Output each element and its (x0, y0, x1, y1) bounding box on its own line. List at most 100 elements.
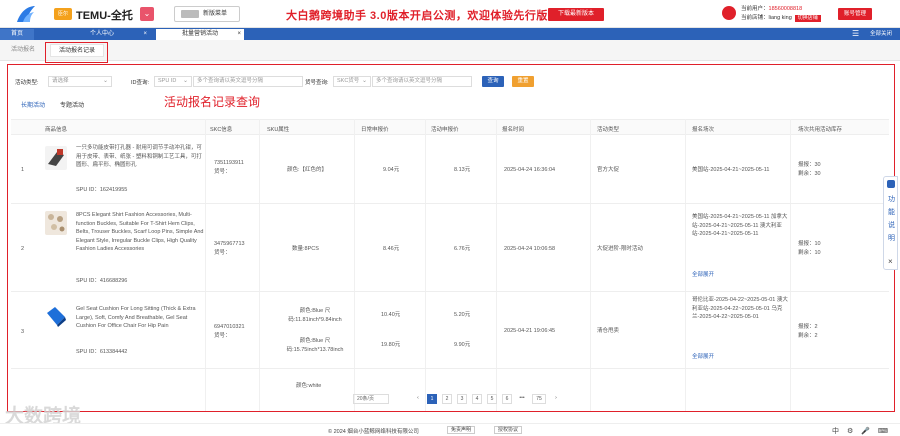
feature-help-panel[interactable]: 功能说明 × (883, 176, 898, 270)
close-icon[interactable]: × (888, 257, 893, 266)
session: 美国站-2025-04-21~2025-05-11 (692, 167, 770, 173)
stock-remaining: 剩余：10 (798, 250, 821, 256)
app-menu-icon[interactable]: ⌄ (140, 7, 154, 21)
prev-page-button[interactable]: ‹ (413, 394, 423, 404)
product-thumbnail[interactable] (45, 211, 67, 235)
spu-id: SPU ID：162419955 (76, 187, 128, 193)
page-button[interactable]: 6 (502, 394, 512, 404)
sku-select-value: SKC货号 (337, 78, 360, 84)
app-name: TEMU-全托 (76, 10, 133, 22)
tab-batch-marketing[interactable]: 批量营销活动 × (156, 29, 244, 40)
product-thumbnail[interactable] (45, 146, 67, 170)
sub-tabs: 活动报名 活动报名记录 (0, 40, 900, 61)
tab-home[interactable]: 首页 (0, 29, 34, 40)
th-daily-price: 日常申报价 (361, 127, 389, 133)
search-button[interactable]: 查询 (482, 76, 504, 87)
session: 哥伦比亚-2025-04-22~2025-05-01 澳大利亚站-2025-04… (692, 297, 788, 320)
session: 美国站-2025-04-21~2025-05-11 加拿大站-2025-04-2… (692, 214, 788, 237)
promo-banner: 大白鹅跨境助手 3.0版本开启公测，欢迎体验先行版！ (286, 10, 560, 22)
type-select[interactable]: 请选择 ⌄ (48, 76, 112, 87)
sku-attr: 颜色:Blue 尺码:15.75inch*13.78inch (286, 338, 344, 353)
chevron-down-icon: ⌄ (182, 78, 188, 84)
next-page-button[interactable]: › (551, 394, 561, 404)
disclaimer-link[interactable]: 免责声明 (447, 426, 476, 434)
id-filter-label: ID查询: (131, 80, 150, 86)
subtab-activity-signup[interactable]: 活动报名 (11, 44, 35, 57)
sku-filter-label: 货号查询: (305, 80, 329, 86)
sku-attr: 颜色:【红色的】 (287, 167, 328, 173)
row-index: 3 (21, 329, 25, 335)
sku-query-input[interactable]: 多个查询请以英文逗号分隔 (372, 76, 472, 87)
skc-goods: 货号： (214, 250, 231, 256)
stock-remaining: 剩余：30 (798, 171, 821, 177)
switch-store-button[interactable]: 切换店铺 (794, 15, 821, 22)
row-index: 2 (21, 246, 25, 252)
skc-id: 6947010321 (214, 324, 245, 330)
chevron-down-icon: ⌄ (102, 78, 108, 84)
tab-special[interactable]: 专题活动 (60, 100, 84, 109)
page-button[interactable]: 5 (487, 394, 497, 404)
type-placeholder: 请选择 (52, 78, 69, 84)
type-filter-label: 活动类型: (15, 80, 39, 86)
expand-all-link[interactable]: 全部展开 (692, 271, 714, 280)
th-stock: 场次共用活动库存 (798, 127, 843, 133)
table-row: 2 8PCS Elegant Shirt Fashion Accessories… (11, 205, 889, 292)
top-header: 臣尔 TEMU-全托 ⌄ 新版菜单 大白鹅跨境助手 3.0版本开启公测，欢迎体验… (0, 0, 900, 28)
product-title: 8PCS Elegant Shirt Fashion Accessories, … (76, 212, 204, 252)
sku-attr: 颜色:white (296, 383, 322, 389)
page-size-select[interactable]: 20条/页 (353, 394, 389, 404)
goose-logo-icon (17, 6, 35, 22)
expand-all-link[interactable]: 全部展开 (692, 353, 714, 362)
tab-personal[interactable]: 个人中心 × (54, 29, 150, 40)
id-type-select[interactable]: SPU ID ⌄ (154, 76, 192, 87)
tab-long-term[interactable]: 长期活动 (21, 100, 45, 109)
table-row: 1 一只多功能皮带打孔器 - 耐用可调节手动冲孔钳，可用于皮带、表带、纸张 - … (11, 136, 889, 204)
user-avatar[interactable] (722, 6, 736, 20)
close-all-tabs[interactable]: 全部关闭 (870, 29, 892, 40)
sku-type-select[interactable]: SKC货号 ⌄ (333, 76, 371, 87)
spu-id: SPU ID：416688296 (76, 278, 128, 284)
page-button[interactable]: 3 (457, 394, 467, 404)
skc-goods: 货号： (214, 333, 231, 339)
page-button[interactable]: 4 (472, 394, 482, 404)
close-icon[interactable]: × (237, 29, 241, 40)
user-phone: 18560008818 (768, 6, 803, 12)
table-header: 商品信息 SKC信息 SKU属性 日常申报价 活动申报价 报名时间 活动类型 报… (11, 119, 889, 135)
old-menu-button[interactable]: 新版菜单 (174, 6, 240, 22)
table-row: 3 Gel Seat Cushion For Long Sitting (Thi… (11, 293, 889, 369)
th-sku: SKU属性 (267, 127, 290, 133)
download-button[interactable]: 下载最新版本 (548, 8, 604, 21)
close-icon[interactable]: × (143, 29, 147, 40)
id-query-input[interactable]: 多个查询请以英文逗号分隔 (193, 76, 303, 87)
daily-price: 9.04元 (383, 167, 400, 173)
activity-price: 9.90元 (454, 342, 471, 348)
account-manage-button[interactable]: 账号管理 (838, 8, 872, 20)
sku-attr: 数量:8PCS (292, 246, 319, 252)
skc-id: 3475967713 (214, 241, 245, 247)
activity-price: 6.76元 (454, 246, 471, 252)
page-button[interactable]: 2 (442, 394, 452, 404)
highlight-box (45, 42, 108, 63)
daily-price: 8.46元 (383, 246, 400, 252)
brand-badge: 臣尔 (54, 8, 72, 20)
th-type: 活动类型 (597, 127, 620, 133)
page-ellipsis[interactable]: ••• (517, 394, 527, 404)
page-button[interactable]: 1 (427, 394, 437, 404)
license-link[interactable]: 授权协议 (494, 426, 523, 434)
spu-id: SPU ID：613384442 (76, 349, 128, 355)
user-info: 当前用户：18560008818 当前店铺：liang king 切换店铺 (741, 5, 821, 23)
menu-preview-icon (181, 10, 199, 18)
signup-time: 2025-04-24 16:36:04 (504, 167, 556, 173)
th-product: 商品信息 (45, 127, 68, 133)
stock-remaining: 剩余：2 (798, 333, 818, 339)
help-icon (887, 180, 895, 188)
reset-button[interactable]: 重置 (512, 76, 534, 87)
activity-price: 8.13元 (454, 167, 471, 173)
daily-price: 19.80元 (381, 342, 401, 348)
activity-price: 5.20元 (454, 312, 471, 318)
signup-time: 2025-04-21 19:06:45 (504, 328, 556, 334)
tab-list-icon[interactable]: ☰ (852, 30, 859, 38)
store-name: liang king (768, 15, 792, 21)
last-page-button[interactable]: 75 (532, 394, 546, 404)
product-thumbnail[interactable] (45, 305, 67, 329)
